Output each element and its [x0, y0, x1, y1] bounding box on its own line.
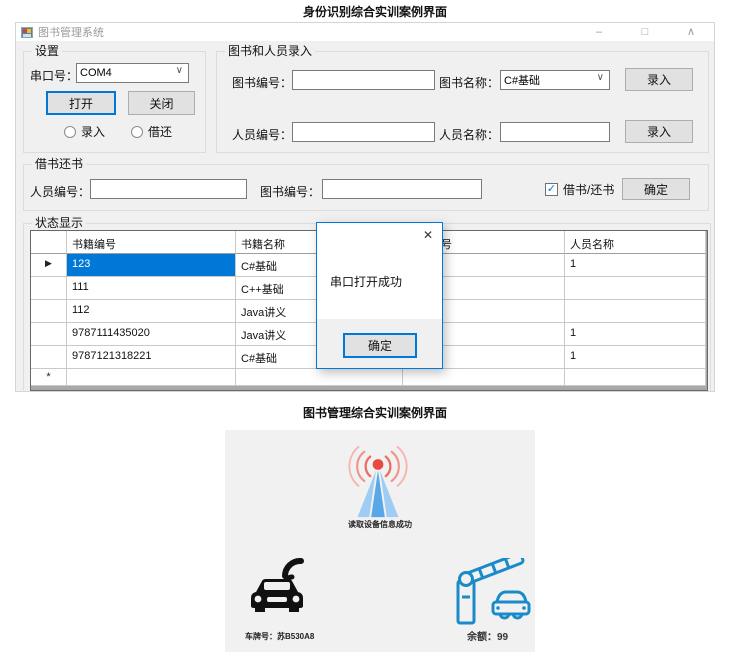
close-port-button[interactable]: 关闭 — [128, 91, 195, 115]
book-name-label: 图书名称： — [439, 74, 499, 91]
person-name-label: 人员名称： — [439, 126, 499, 143]
minimize-button[interactable]: – — [584, 23, 614, 41]
barrier-gate-icon — [451, 558, 531, 626]
row-selector[interactable]: ▶ — [31, 254, 67, 277]
borrow-book-id-label: 图书编号： — [260, 183, 320, 200]
open-port-button[interactable]: 打开 — [46, 91, 116, 115]
close-button[interactable]: ∧ — [676, 23, 706, 41]
person-id-label: 人员编号： — [232, 126, 292, 143]
balance-caption: 余额：99 — [467, 628, 508, 643]
cell-person-name[interactable]: 1 — [565, 346, 706, 369]
radio-borrow-label: 借还 — [148, 123, 172, 140]
borrow-confirm-button[interactable]: 确定 — [622, 178, 690, 200]
dialog-ok-button[interactable]: 确定 — [343, 333, 417, 358]
row-selector[interactable] — [31, 300, 67, 323]
row-selector[interactable] — [31, 323, 67, 346]
serial-port-label: 串口号： — [30, 67, 78, 84]
page-title-bottom: 图书管理综合实训案例界面 — [0, 404, 750, 421]
borrow-return-checkbox-label: 借书/还书 — [563, 181, 614, 198]
radio-circle-icon — [64, 126, 76, 138]
app-icon — [21, 27, 33, 38]
cell-person-name[interactable] — [565, 300, 706, 323]
settings-group-label: 设置 — [32, 44, 62, 58]
chevron-down-icon: ∨ — [176, 65, 183, 76]
page-title-top: 身份识别综合实训案例界面 — [0, 3, 750, 20]
book-submit-button[interactable]: 录入 — [625, 68, 693, 91]
book-name-select[interactable]: C#基础 ∨ — [500, 70, 610, 90]
borrow-person-id-input[interactable] — [90, 179, 247, 199]
cell-person-name[interactable]: 1 — [565, 323, 706, 346]
row-header — [31, 231, 67, 254]
new-row-icon: * — [31, 369, 67, 386]
checkbox-check-icon: ✓ — [545, 183, 558, 196]
cell-book-id[interactable]: 9787111435020 — [67, 323, 236, 346]
person-id-input[interactable] — [292, 122, 435, 142]
window-title: 图书管理系统 — [38, 24, 584, 40]
dialog-close-icon[interactable]: ✕ — [423, 228, 433, 242]
cell-book-id[interactable]: 123 — [67, 254, 236, 277]
table-new-row[interactable]: * — [31, 369, 707, 386]
cell-book-id[interactable]: 9787121318221 — [67, 346, 236, 369]
cell-person-id[interactable] — [403, 369, 565, 386]
radio-circle-icon — [131, 126, 143, 138]
radio-entry-mode[interactable]: 录入 — [64, 123, 105, 140]
person-name-input[interactable] — [500, 122, 610, 142]
parking-panel: 读取设备信息成功 车牌号：苏B530A8 — [225, 430, 535, 652]
antenna-icon — [340, 443, 416, 521]
status-group-label: 状态显示 — [32, 216, 86, 230]
row-selector[interactable] — [31, 277, 67, 300]
column-header[interactable]: 人员名称 — [565, 231, 706, 254]
cell-book-name[interactable] — [236, 369, 403, 386]
cell-book-id[interactable]: 111 — [67, 277, 236, 300]
message-dialog: ✕ 串口打开成功 确定 — [316, 222, 443, 369]
cell-person-name[interactable]: 1 — [565, 254, 706, 277]
borrow-group-label: 借书还书 — [32, 157, 86, 171]
cell-person-name[interactable] — [565, 369, 706, 386]
cell-person-name[interactable] — [565, 277, 706, 300]
plate-caption: 车牌号：苏B530A8 — [245, 631, 314, 642]
borrow-group: 借书还书 人员编号： 图书编号： ✓ 借书/还书 确定 — [23, 164, 709, 211]
entry-group: 图书和人员录入 图书编号： 图书名称： C#基础 ∨ 录入 人员编号： 人员名称… — [216, 51, 709, 153]
person-submit-button[interactable]: 录入 — [625, 120, 693, 143]
car-reader-icon — [245, 550, 315, 622]
settings-group: 设置 串口号： COM4 ∨ 打开 关闭 录入 借还 — [23, 51, 206, 153]
book-id-input[interactable] — [292, 70, 435, 90]
chevron-down-icon: ∨ — [597, 72, 604, 83]
title-bar[interactable]: 图书管理系统 – □ ∧ — [16, 23, 714, 41]
column-header[interactable]: 书籍编号 — [67, 231, 236, 254]
book-id-label: 图书编号： — [232, 74, 292, 91]
cell-book-id[interactable]: 112 — [67, 300, 236, 323]
book-name-value: C#基础 — [504, 72, 540, 88]
serial-port-select[interactable]: COM4 ∨ — [76, 63, 189, 83]
row-selector[interactable] — [31, 346, 67, 369]
radio-entry-label: 录入 — [81, 123, 105, 140]
cell-book-id[interactable] — [67, 369, 236, 386]
antenna-caption: 读取设备信息成功 — [225, 519, 535, 530]
borrow-person-id-label: 人员编号： — [30, 183, 90, 200]
screen: 身份识别综合实训案例界面 图书管理系统 – □ ∧ 设置 串口号： COM4 ∨… — [0, 0, 750, 660]
serial-port-value: COM4 — [80, 67, 112, 79]
maximize-button[interactable]: □ — [630, 23, 660, 41]
entry-group-label: 图书和人员录入 — [225, 44, 315, 58]
borrow-return-checkbox[interactable]: ✓ 借书/还书 — [545, 181, 614, 198]
radio-borrow-mode[interactable]: 借还 — [131, 123, 172, 140]
dialog-message: 串口打开成功 — [330, 273, 402, 290]
borrow-book-id-input[interactable] — [322, 179, 482, 199]
